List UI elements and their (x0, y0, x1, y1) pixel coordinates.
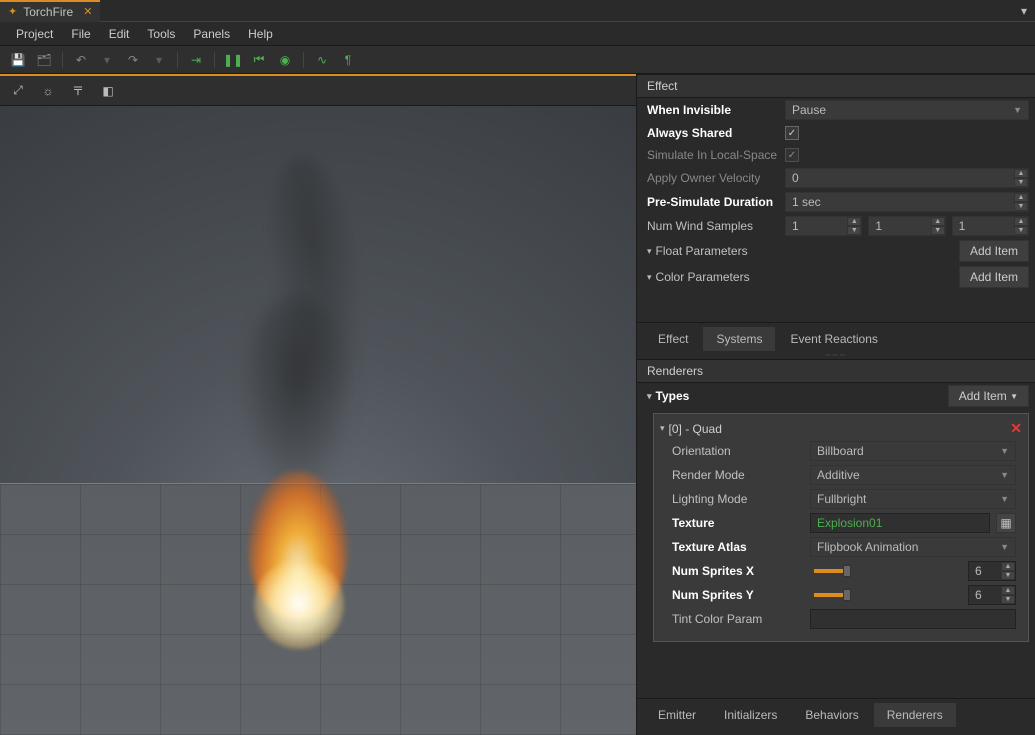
viewport-toolbar: ⤢ ☼ 〒 ◧ (0, 76, 636, 106)
add-float-param-button[interactable]: Add Item (959, 240, 1029, 262)
fire-core-sprite (254, 559, 344, 649)
spinner[interactable]: ▲▼ (1014, 193, 1028, 211)
float-parameters-toggle[interactable]: ▾ Float Parameters (647, 244, 777, 258)
tab-systems[interactable]: Systems (703, 327, 775, 351)
restart-icon[interactable]: ⏮ (249, 50, 269, 70)
splitter-grip[interactable]: ┄┄┄ (637, 351, 1035, 359)
num-wind-y[interactable]: 1▲▼ (868, 216, 945, 236)
renderer-item-title: [0] - Quad (669, 422, 722, 436)
pre-simulate-field[interactable]: 1 sec ▲▼ (785, 192, 1029, 212)
import-icon[interactable]: ⇥ (186, 50, 206, 70)
loop-icon[interactable]: ◉ (275, 50, 295, 70)
tab-emitter[interactable]: Emitter (645, 703, 709, 727)
menubar: Project File Edit Tools Panels Help (0, 22, 1035, 46)
tab-initializers[interactable]: Initializers (711, 703, 790, 727)
add-renderer-button[interactable]: Add Item ▼ (948, 385, 1029, 407)
effect-section-header: Effect (637, 74, 1035, 98)
lighting-mode-label: Lighting Mode (672, 492, 802, 506)
document-tab[interactable]: ✦ TorchFire ✕ (0, 0, 100, 22)
toolbar: 💾 🗂 ↶ ▾ ↷ ▾ ⇥ ❚❚ ⏮ ◉ ∿ ¶ (0, 46, 1035, 74)
lighting-mode-combo[interactable]: Fullbright▼ (810, 489, 1016, 509)
apply-owner-velocity-label: Apply Owner Velocity (647, 171, 777, 185)
menu-tools[interactable]: Tools (139, 25, 183, 43)
types-toggle[interactable]: ▾ Types (647, 389, 777, 403)
expand-icon[interactable]: ⤢ (8, 81, 28, 101)
always-shared-label: Always Shared (647, 126, 777, 140)
titlebar-dropdown-icon[interactable]: ▾ (1013, 4, 1035, 18)
viewport-pane: ⤢ ☼ 〒 ◧ (0, 74, 636, 735)
tab-title: TorchFire (23, 5, 73, 19)
orientation-label: Orientation (672, 444, 802, 458)
num-sprites-y-slider[interactable] (814, 593, 958, 597)
chevron-down-icon: ▾ (647, 391, 652, 402)
num-sprites-x-field[interactable]: 6▲▼ (968, 561, 1016, 581)
tab-event-reactions[interactable]: Event Reactions (777, 327, 890, 351)
tab-renderers[interactable]: Renderers (874, 703, 956, 727)
simulate-local-checkbox[interactable]: ✓ (785, 148, 799, 162)
chevron-down-icon: ▾ (647, 246, 652, 257)
main-area: ⤢ ☼ 〒 ◧ Effect When Invisible Pause ▼ (0, 74, 1035, 735)
undo-icon[interactable]: ↶ (71, 50, 91, 70)
graph-icon[interactable]: ∿ (312, 50, 332, 70)
grid-icon[interactable]: 〒 (68, 81, 88, 101)
add-color-param-button[interactable]: Add Item (959, 266, 1029, 288)
texture-browse-icon[interactable]: ▦ (996, 513, 1016, 533)
light-icon[interactable]: ☼ (38, 81, 58, 101)
menu-project[interactable]: Project (8, 25, 61, 43)
menu-help[interactable]: Help (240, 25, 281, 43)
num-wind-label: Num Wind Samples (647, 219, 777, 233)
color-parameters-toggle[interactable]: ▾ Color Parameters (647, 270, 777, 284)
spinner[interactable]: ▲▼ (1014, 169, 1028, 187)
chevron-down-icon[interactable]: ▾ (660, 423, 665, 434)
chevron-down-icon: ▼ (1013, 105, 1022, 115)
viewport-3d[interactable] (0, 106, 636, 735)
num-sprites-x-slider[interactable] (814, 569, 958, 573)
tab-effect[interactable]: Effect (645, 327, 701, 351)
save-all-icon[interactable]: 🗂 (34, 50, 54, 70)
menu-edit[interactable]: Edit (101, 25, 138, 43)
chevron-down-icon: ▾ (647, 272, 652, 283)
num-sprites-y-field[interactable]: 6▲▼ (968, 585, 1016, 605)
texture-atlas-label: Texture Atlas (672, 540, 802, 554)
save-icon[interactable]: 💾 (8, 50, 28, 70)
render-mode-label: Render Mode (672, 468, 802, 482)
orientation-combo[interactable]: Billboard▼ (810, 441, 1016, 461)
renderers-header: Renderers (637, 359, 1035, 383)
num-sprites-x-label: Num Sprites X (672, 564, 802, 578)
redo-icon[interactable]: ↷ (123, 50, 143, 70)
when-invisible-label: When Invisible (647, 103, 777, 117)
simulate-local-label: Simulate In Local-Space (647, 148, 777, 162)
smoke-sprite (242, 295, 352, 495)
tint-color-field[interactable] (810, 609, 1016, 629)
render-mode-combo[interactable]: Additive▼ (810, 465, 1016, 485)
pilcrow-icon[interactable]: ¶ (338, 50, 358, 70)
tab-behaviors[interactable]: Behaviors (792, 703, 871, 727)
redo-dropdown-icon[interactable]: ▾ (149, 50, 169, 70)
tint-color-label: Tint Color Param (672, 612, 802, 626)
mid-tabs: Effect Systems Event Reactions (637, 322, 1035, 351)
num-wind-x[interactable]: 1▲▼ (785, 216, 862, 236)
texture-label: Texture (672, 516, 802, 530)
remove-renderer-icon[interactable]: ✕ (1010, 420, 1022, 437)
num-sprites-y-label: Num Sprites Y (672, 588, 802, 602)
texture-field[interactable]: Explosion01 (810, 513, 990, 533)
apply-owner-velocity-field[interactable]: 0 ▲▼ (785, 168, 1029, 188)
close-tab-icon[interactable]: ✕ (83, 5, 92, 18)
menu-file[interactable]: File (63, 25, 98, 43)
bottom-tabs: Emitter Initializers Behaviors Renderers (637, 698, 1035, 735)
always-shared-checkbox[interactable]: ✓ (785, 126, 799, 140)
particles-icon: ✦ (8, 5, 17, 18)
play-pause-icon[interactable]: ❚❚ (223, 50, 243, 70)
inspector-pane: Effect When Invisible Pause ▼ Always Sha… (636, 74, 1035, 735)
menu-panels[interactable]: Panels (185, 25, 238, 43)
undo-dropdown-icon[interactable]: ▾ (97, 50, 117, 70)
when-invisible-combo[interactable]: Pause ▼ (785, 100, 1029, 120)
titlebar: ✦ TorchFire ✕ ▾ (0, 0, 1035, 22)
num-wind-z[interactable]: 1▲▼ (952, 216, 1029, 236)
texture-atlas-combo[interactable]: Flipbook Animation▼ (810, 537, 1016, 557)
camera-icon[interactable]: ◧ (98, 81, 118, 101)
renderer-item-0: ▾ [0] - Quad ✕ Orientation Billboard▼ Re… (653, 413, 1029, 642)
pre-simulate-label: Pre-Simulate Duration (647, 195, 777, 209)
